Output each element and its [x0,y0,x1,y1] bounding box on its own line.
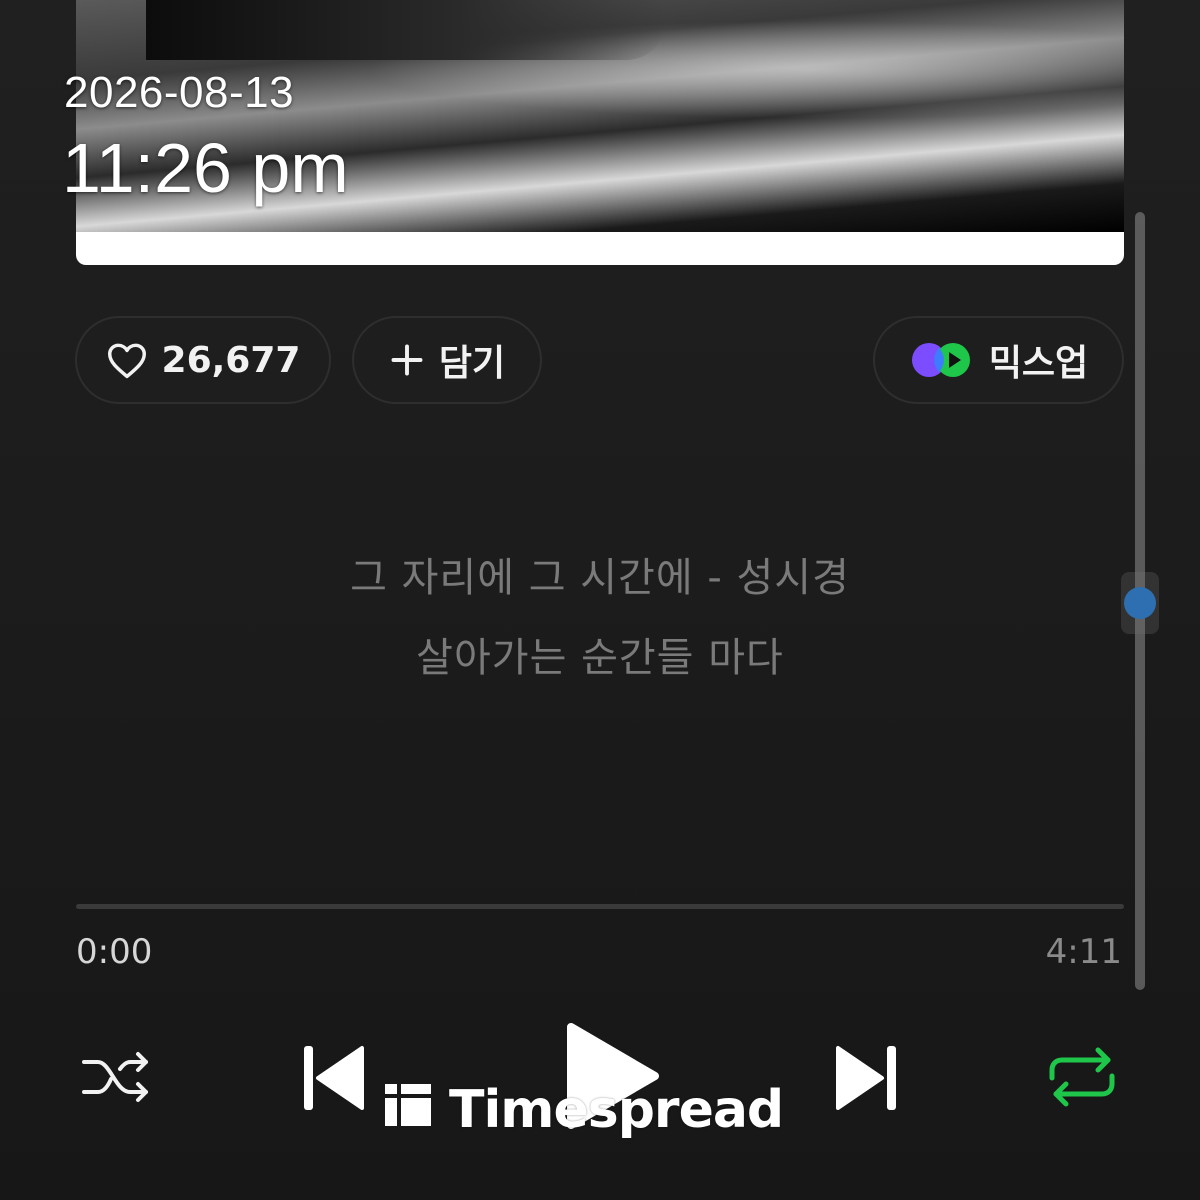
timespread-watermark: Timespread [383,1080,784,1141]
skip-next-icon [834,1042,900,1118]
mixup-label: 믹스업 [988,343,1089,384]
lyrics-line-2[interactable]: 살아가는 순간들 마다 [0,625,1200,683]
like-count: 26,677 [161,339,301,381]
timespread-logo-icon [383,1080,433,1141]
heart-outline-icon [106,341,148,379]
skip-previous-icon [300,1042,366,1118]
total-time: 4:11 [1045,932,1122,972]
shuffle-button[interactable] [78,1046,156,1112]
watermark-text: Timespread [449,1080,784,1140]
mixup-button[interactable]: 믹스업 [873,316,1124,404]
scrollbar-thumb[interactable] [1124,587,1156,619]
playback-progress-bar[interactable] [76,904,1124,909]
album-art-bottom-strip [76,232,1124,265]
shuffle-icon [80,1048,154,1110]
overlay-time: 11:26 pm [62,129,349,207]
like-button[interactable]: 26,677 [75,316,331,404]
previous-track-button[interactable] [298,1040,368,1120]
repeat-button[interactable] [1044,1044,1120,1114]
lyrics-line-1[interactable]: 그 자리에 그 시간에 - 성시경 [0,545,1200,603]
mixup-logo-icon [909,340,975,380]
repeat-icon [1046,1044,1118,1114]
plus-icon [389,342,425,378]
add-to-playlist-button[interactable]: 담기 [352,316,542,404]
album-photo-shadow [146,0,666,60]
add-label: 담기 [438,343,506,384]
overlay-date: 2026-08-13 [64,68,295,117]
current-time: 0:00 [76,932,153,972]
next-track-button[interactable] [832,1040,902,1120]
